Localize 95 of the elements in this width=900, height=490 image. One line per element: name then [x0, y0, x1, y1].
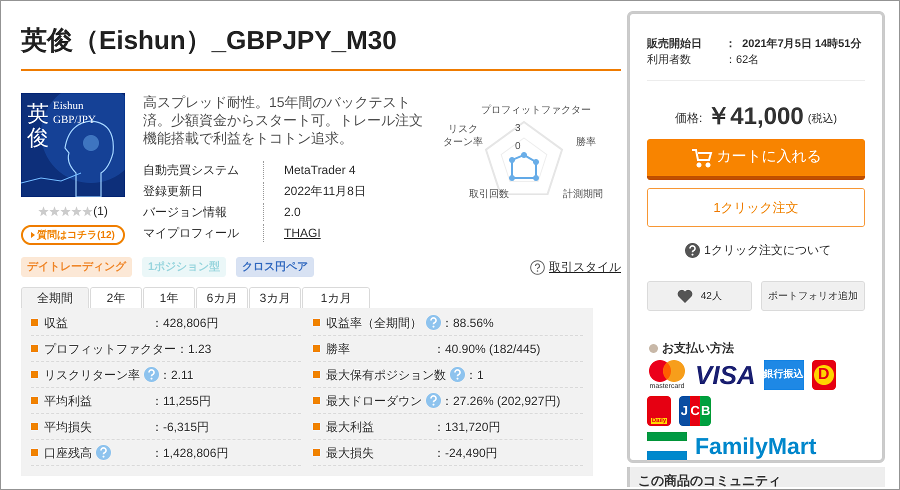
- bullet-icon: [31, 319, 38, 326]
- style-tag: クロス円ペア: [236, 257, 314, 277]
- stripe-icon: [647, 432, 687, 460]
- axis-label: プロフィットファクター: [481, 104, 591, 118]
- axis-label: ターン率: [443, 136, 483, 149]
- bullet-icon: [313, 397, 320, 404]
- style-tag: 1ポジション型: [142, 257, 226, 277]
- stat-label: 勝率: [326, 340, 350, 358]
- stat-value: ：1: [465, 366, 485, 384]
- trading-style-link[interactable]: 取引スタイル: [549, 258, 621, 276]
- image-subtitle: Eishun: [53, 99, 84, 114]
- stat-value: ：27.26% (202,927円): [441, 392, 562, 410]
- star-icon: [82, 206, 94, 216]
- spec-label: 自動売買システム: [143, 162, 240, 179]
- spec-value: 2.0: [284, 204, 301, 221]
- stat-label: 平均損失: [44, 418, 92, 436]
- stat-label: 収益率（全期間）: [326, 314, 422, 332]
- period-tab[interactable]: 1カ月: [302, 287, 370, 308]
- period-tab[interactable]: 1年: [143, 287, 195, 308]
- axis-label: 勝率: [576, 136, 596, 150]
- stat-value: ：428,806円: [151, 314, 220, 332]
- stat-label: 平均利益: [44, 392, 92, 410]
- bullet-icon: [31, 345, 38, 352]
- triangle-icon: [31, 232, 36, 238]
- bank-transfer-logo: 銀行振込: [764, 360, 804, 390]
- stat-label: 口座残高: [44, 444, 92, 462]
- spec-label: バージョン情報: [143, 204, 228, 221]
- spec-value: 2022年11月8日: [284, 183, 366, 200]
- star-icon: [71, 206, 82, 216]
- stat-label: 最大ドローダウン: [326, 392, 422, 410]
- spec-value: MetaTrader 4: [284, 162, 356, 179]
- tick-label: 3: [515, 122, 521, 136]
- payment-heading: お支払い方法: [662, 340, 734, 357]
- image-title: 英俊: [27, 103, 49, 152]
- bullet-icon: [31, 371, 38, 378]
- stat-label: 収益: [44, 314, 68, 332]
- axis-label: リスク: [448, 123, 478, 136]
- price-label: 価格:: [674, 110, 702, 127]
- familymart-logo: FamilyMart: [695, 434, 816, 458]
- bullet-icon: [31, 397, 38, 404]
- stat-value: ：40.90% (182/445): [433, 340, 542, 358]
- visa-logo: VISA: [695, 362, 756, 388]
- bullet-icon: [313, 345, 320, 352]
- stat-value: ：131,720円: [433, 418, 502, 436]
- period-tab[interactable]: 2年: [90, 287, 142, 308]
- community-header: この商品のコミュニティ: [627, 467, 885, 487]
- star-icon: [38, 206, 50, 216]
- style-tag: デイトレーディング: [21, 257, 132, 277]
- bullet-icon: [31, 423, 38, 430]
- axis-label: 取引回数: [469, 188, 509, 202]
- bullet-icon: [313, 423, 320, 430]
- star-icon: [60, 206, 72, 216]
- favorite-button[interactable]: 42人: [647, 281, 752, 311]
- review-count: (1): [93, 203, 108, 220]
- stat-label: 最大保有ポジション数: [326, 366, 446, 384]
- star-icon: [49, 206, 60, 216]
- product-title: 英俊（Eishun）_GBPJPY_M30: [21, 23, 621, 71]
- stat-label: プロフィットファクター: [44, 340, 176, 358]
- help-icon[interactable]: [685, 242, 700, 258]
- tick-label: 0: [515, 140, 521, 154]
- spec-label: 登録更新日: [143, 183, 204, 200]
- stat-label: 最大損失: [326, 444, 374, 462]
- bullet-icon: [313, 371, 320, 378]
- portfolio-button[interactable]: ポートフォリオ追加: [760, 281, 865, 311]
- period-tab[interactable]: 6カ月: [196, 287, 248, 308]
- stat-value: ：2.11: [159, 366, 194, 384]
- heart-icon: [676, 289, 693, 303]
- stat-value: ：-24,490円: [433, 444, 499, 462]
- period-tab[interactable]: 全期間: [21, 287, 89, 308]
- bullet-icon: [31, 449, 38, 456]
- bullet-icon: [313, 319, 320, 326]
- profile-link[interactable]: THAGI: [284, 224, 321, 242]
- info-value: ： 2021年7月5日 14時51分: [725, 36, 862, 52]
- stat-label: リスクリターン率: [44, 366, 140, 384]
- stat-value: ：-6,315円: [151, 418, 210, 436]
- info-label: 販売開始日: [647, 36, 703, 52]
- product-description: 高スプレッド耐性。15年間のバックテスト済。少額資金からスタート可。トレール注文機能搭載で利益をトコトン追求。: [143, 93, 423, 147]
- tax-note: (税込): [808, 112, 838, 126]
- stat-value: ：1.23: [176, 340, 212, 358]
- axis-label: 計測期間: [563, 188, 603, 202]
- cart-icon: [690, 148, 712, 168]
- stat-label: 最大利益: [326, 418, 374, 436]
- stat-value: ：88.56%: [441, 314, 495, 332]
- stat-value: ：1,428,806円: [151, 444, 230, 462]
- spec-label: マイプロフィール: [143, 225, 240, 242]
- stat-value: ：11,255円: [151, 392, 212, 410]
- price: ￥41,000: [706, 105, 804, 129]
- info-value: ：62名: [725, 52, 760, 68]
- info-label: 利用者数: [647, 52, 692, 68]
- one-click-help-text: 1クリック注文について: [704, 242, 831, 259]
- image-pair: GBP/JPY: [53, 113, 96, 128]
- help-circle-icon: [530, 260, 545, 274]
- bullet-icon: [313, 449, 320, 456]
- daily-logo: D: [812, 360, 836, 390]
- period-tab[interactable]: 3カ月: [249, 287, 301, 308]
